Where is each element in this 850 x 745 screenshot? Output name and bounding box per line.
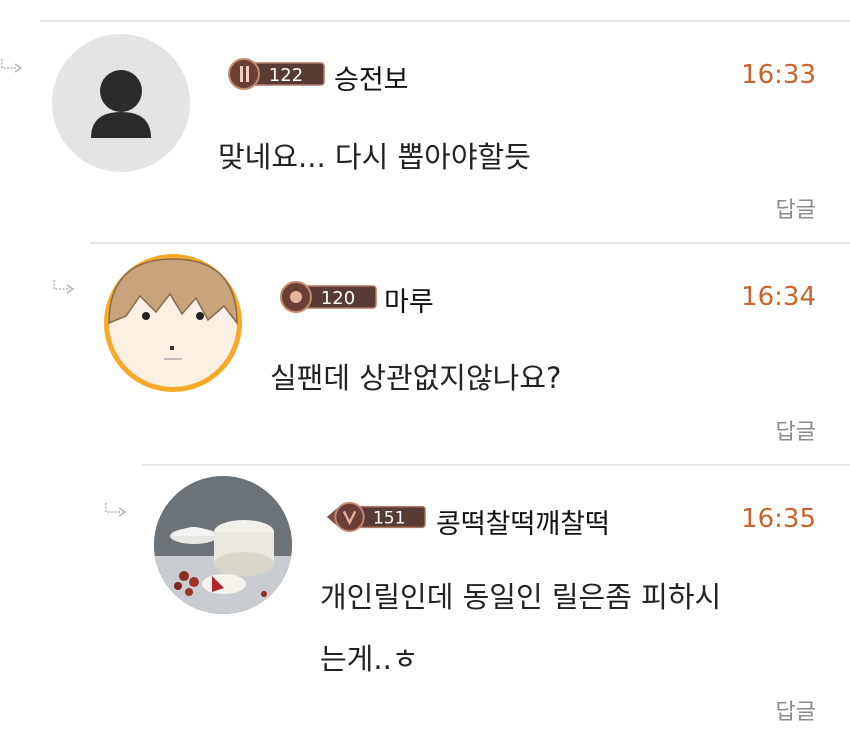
comment-text: 개인릴인데 동일인 릴은좀 피하시 는게..ㅎ xyxy=(320,566,721,690)
reply-arrow-icon xyxy=(1,59,23,73)
avatar[interactable] xyxy=(104,254,242,392)
comment-item: 120 마루 16:34 실팬데 상관없지않나요? 답글 xyxy=(50,242,850,464)
rice-cake-photo-avatar xyxy=(154,476,292,614)
reply-arrow-icon xyxy=(53,280,75,294)
reply-button[interactable]: 답글 xyxy=(776,192,816,224)
reply-button[interactable]: 답글 xyxy=(776,694,816,726)
level-badge: 120 xyxy=(280,281,377,313)
cartoon-face-avatar xyxy=(108,258,238,387)
comment-line: 는게..ㅎ xyxy=(320,642,419,676)
avatar[interactable] xyxy=(154,476,292,614)
reply-arrow-icon xyxy=(105,503,127,517)
timestamp: 16:33 xyxy=(741,60,816,90)
reply-button[interactable]: 답글 xyxy=(776,414,816,446)
level-badge: 151 xyxy=(326,501,426,533)
timestamp: 16:35 xyxy=(741,504,816,534)
comment-item: 151 콩떡찰떡깨찰떡 16:35 개인릴인데 동일인 릴은좀 피하시 는게..… xyxy=(102,464,850,745)
level-number: 120 xyxy=(321,288,355,309)
level-number: 151 xyxy=(373,509,405,529)
comment-text: 실팬데 상관없지않나요? xyxy=(270,347,561,409)
avatar[interactable] xyxy=(52,34,190,172)
comment-line: 실팬데 상관없지않나요? xyxy=(270,361,562,395)
level-badge: 122 xyxy=(228,58,325,90)
divider xyxy=(40,20,850,22)
default-person-icon xyxy=(91,70,151,138)
comment-text: 맞네요... 다시 뽑아야할듯 xyxy=(218,126,531,188)
level-number: 122 xyxy=(269,65,303,86)
divider xyxy=(142,464,850,466)
nickname[interactable]: 승전보 xyxy=(334,58,409,97)
nickname[interactable]: 마루 xyxy=(384,280,434,319)
timestamp: 16:34 xyxy=(741,282,816,312)
comment-line: 맞네요... 다시 뽑아야할듯 xyxy=(218,140,531,174)
comment-item: 122 승전보 16:33 맞네요... 다시 뽑아야할듯 답글 xyxy=(0,20,850,242)
nickname[interactable]: 콩떡찰떡깨찰떡 xyxy=(436,502,610,541)
comment-line: 개인릴인데 동일인 릴은좀 피하시 xyxy=(320,580,722,614)
divider xyxy=(90,242,850,244)
